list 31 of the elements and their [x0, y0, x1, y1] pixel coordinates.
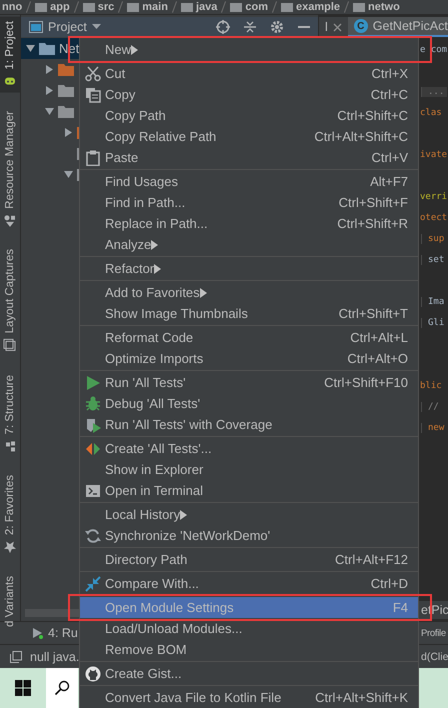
shortcut-text: Ctrl+C [370, 87, 408, 102]
code-text: set [421, 255, 444, 265]
shortcut-text: Ctrl+Shift+C [336, 108, 408, 123]
shortcut-text: Ctrl+X [370, 66, 408, 81]
status-text: null java. [30, 650, 80, 664]
class-icon: C [354, 19, 368, 33]
code-text: // [421, 402, 439, 412]
shortcut-text: Ctrl+Shift+F10 [323, 375, 408, 390]
code-text: verri [420, 192, 448, 202]
code-text: new [421, 423, 444, 433]
code-text: Gli [421, 318, 444, 328]
shortcut-text: Alt+F7 [369, 174, 408, 189]
shortcut-text: Ctrl+Alt+O [346, 351, 408, 366]
shortcut-text: Ctrl+Alt+Shift+K [314, 690, 408, 705]
shortcut-text: F4 [392, 600, 408, 615]
code-text: blic [420, 381, 442, 391]
code-text: ivate [420, 150, 448, 160]
code-text: sup [421, 234, 444, 244]
status-text: d(Clie [421, 650, 448, 662]
shortcut-text: Ctrl+Alt+L [349, 330, 408, 345]
shortcut-text: Ctrl+Alt+Shift+C [313, 129, 408, 144]
shortcut-text: Ctrl+V [370, 150, 408, 165]
shortcut-text: Ctrl+Alt+F12 [334, 552, 408, 567]
shortcut-text: Ctrl+Shift+F [338, 195, 408, 210]
code-text: e com [420, 45, 448, 55]
shortcut-text: Ctrl+D [370, 576, 408, 591]
code-text: otect [420, 213, 448, 223]
shortcut-text: Ctrl+Shift+T [338, 306, 408, 321]
code-text: Ima [421, 297, 444, 307]
shortcut-text: Ctrl+Shift+R [336, 216, 408, 231]
code-text: clas [420, 108, 442, 118]
